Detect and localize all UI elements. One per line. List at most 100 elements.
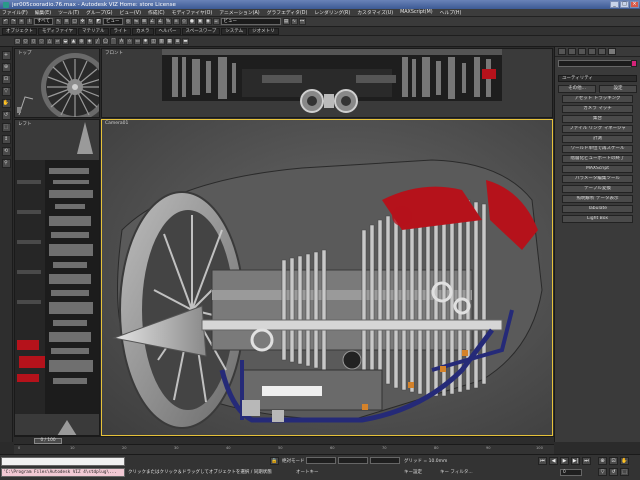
maxscript-output-line[interactable]: 'C:\Program Files\Autodesk VIZ 4\stdplug… <box>1 468 125 477</box>
selection-filter-dropdown[interactable]: すべて <box>34 18 54 25</box>
viewport-label[interactable]: レフト <box>18 121 32 127</box>
tab-systems[interactable]: システム <box>221 27 248 35</box>
text-shape-icon[interactable]: A <box>118 37 125 45</box>
door-icon[interactable]: ▥ <box>158 37 165 45</box>
goto-end-icon[interactable]: ⏭ <box>582 457 591 465</box>
play-icon[interactable]: ▶ <box>560 457 569 465</box>
link-icon[interactable]: ∞ <box>18 18 25 25</box>
menu-tools[interactable]: ツール(T) <box>58 9 79 16</box>
parameter-editor-button[interactable]: パラメータ編集ツール <box>562 175 633 183</box>
render-setup-icon[interactable]: ▣ <box>196 18 204 25</box>
align-icon[interactable]: ⊞ <box>140 18 148 25</box>
orbit-icon[interactable]: ↺ <box>1 111 11 120</box>
menu-edit[interactable]: 編集(E) <box>35 9 51 16</box>
app-icon[interactable] <box>3 1 9 8</box>
key-filters-button[interactable]: キー フィルタ... <box>440 469 473 475</box>
sphere-icon[interactable]: ○ <box>22 37 29 45</box>
dolly-icon[interactable]: ↕ <box>1 135 11 144</box>
maxscript-button[interactable]: MAXScript <box>562 165 633 173</box>
tab-objects[interactable]: オブジェクト <box>2 27 37 35</box>
zoom-viewport-icon[interactable]: ⊕ <box>598 457 607 465</box>
material-editor-icon[interactable]: ● <box>188 18 196 25</box>
viewport-label[interactable]: Camera01 <box>105 121 128 126</box>
select-by-name-icon[interactable]: ≡ <box>63 18 71 25</box>
redo-icon[interactable]: ↷ <box>10 18 17 25</box>
curve-editor-icon[interactable]: ∿ <box>290 18 298 25</box>
light-icon[interactable]: ✹ <box>142 37 149 45</box>
viewport-camera[interactable]: Camera01 <box>101 119 553 436</box>
render-icon[interactable]: ◉ <box>204 18 212 25</box>
y-coord-field[interactable] <box>338 457 368 464</box>
roll-icon[interactable]: ⟲ <box>1 147 11 156</box>
maximize-viewport-icon[interactable]: ⬚ <box>1 123 11 132</box>
menu-animation[interactable]: アニメーション(A) <box>219 9 259 16</box>
tabulate-button[interactable]: Tabulate <box>562 205 633 213</box>
more-button[interactable]: その他... <box>558 85 596 93</box>
move-icon[interactable]: ✥ <box>79 18 87 25</box>
viewport-label[interactable]: フロント <box>105 50 123 56</box>
select-icon[interactable]: ↖ <box>55 18 63 25</box>
menu-file[interactable]: ファイル(F) <box>2 9 28 16</box>
lighting-analysis-button[interactable]: 照明解析 データ表示 <box>562 195 633 203</box>
zoom-all-icon[interactable]: ⊕ <box>1 63 11 72</box>
rescale-world-units-button[interactable]: ワールド単位で再スケール <box>562 145 633 153</box>
menu-help[interactable]: ヘルプ(H) <box>440 9 462 16</box>
tab-space-warps[interactable]: スペースワープ <box>181 27 221 35</box>
undo-icon[interactable]: ↶ <box>2 18 9 25</box>
tab-helpers[interactable]: ヘルパー <box>154 27 181 35</box>
geosphere-icon[interactable]: ◈ <box>86 37 93 45</box>
display-tab-icon[interactable] <box>598 48 606 55</box>
menu-rendering[interactable]: レンダリング(R) <box>314 9 350 16</box>
menu-group[interactable]: グループ(G) <box>86 9 112 16</box>
window-icon[interactable]: ▦ <box>166 37 173 45</box>
hierarchy-tab-icon[interactable] <box>578 48 586 55</box>
object-name-field[interactable] <box>558 60 637 67</box>
snap-icon[interactable]: ∠ <box>148 18 156 25</box>
minimize-button[interactable]: _ <box>610 1 619 8</box>
object-color-swatch[interactable] <box>631 60 637 67</box>
sets-button[interactable]: 設定 <box>599 85 637 93</box>
viewport-exit-button[interactable]: 階層化ビューポートの終了 <box>562 155 633 163</box>
arc-icon[interactable]: ⌒ <box>110 37 117 45</box>
cone-icon[interactable]: △ <box>46 37 53 45</box>
auto-key-button[interactable]: オートキー <box>296 469 319 475</box>
box-icon[interactable]: ▢ <box>14 37 21 45</box>
viewport-front[interactable]: フロント <box>101 48 553 118</box>
pivot-icon[interactable]: ◎ <box>124 18 132 25</box>
menu-views[interactable]: ビュー(V) <box>120 9 141 16</box>
tab-modifiers[interactable]: モディファイヤ <box>38 27 78 35</box>
maximize-toggle-icon[interactable]: ⬚ <box>620 468 629 476</box>
viewport-label[interactable]: トップ <box>18 50 32 56</box>
time-slider-track[interactable]: 0 / 100 <box>14 436 554 444</box>
table-convert-button[interactable]: テーブル変換 <box>562 185 633 193</box>
close-button[interactable]: × <box>630 1 639 8</box>
x-coord-field[interactable] <box>306 457 336 464</box>
motion-tab-icon[interactable] <box>588 48 596 55</box>
schematic-view-icon[interactable]: ⊶ <box>298 18 306 25</box>
region-select-icon[interactable]: □ <box>71 18 79 25</box>
menu-customize[interactable]: カスタマイズ(U) <box>357 9 393 16</box>
menu-maxscript[interactable]: MAXScript(M) <box>400 10 433 15</box>
named-selection-set-dropdown[interactable]: ビュー <box>220 18 281 25</box>
spinner-snap-icon[interactable]: ± <box>172 18 180 25</box>
lock-selection-icon[interactable]: 🔒 <box>270 457 279 465</box>
file-link-manager-button[interactable]: ファイル リンク マネージャ <box>562 125 633 133</box>
wall-icon[interactable]: ▬ <box>182 37 189 45</box>
zoom-icon[interactable]: + <box>1 51 11 60</box>
prev-frame-icon[interactable]: ◀ <box>549 457 558 465</box>
zoom-extents-all-icon[interactable]: ⊡ <box>609 457 618 465</box>
rotate-icon[interactable]: ↻ <box>87 18 95 25</box>
line-icon[interactable]: ╱ <box>94 37 101 45</box>
pan-icon[interactable]: ✋ <box>1 99 11 108</box>
pyramid-icon[interactable]: ▲ <box>70 37 77 45</box>
next-frame-icon[interactable]: ▶| <box>571 457 580 465</box>
percent-snap-icon[interactable]: % <box>164 18 172 25</box>
light-box-button[interactable]: Light Box <box>562 215 633 223</box>
create-tab-icon[interactable] <box>558 48 566 55</box>
torus-icon[interactable]: ◌ <box>38 37 45 45</box>
pan-view-icon[interactable]: ✋ <box>620 457 629 465</box>
camera-icon[interactable]: ◫ <box>150 37 157 45</box>
camera-match-button[interactable]: カメラ マッチ <box>562 105 633 113</box>
zoom-extents-icon[interactable]: ⊡ <box>1 75 11 84</box>
quick-render-icon[interactable]: ☕ <box>212 18 220 25</box>
